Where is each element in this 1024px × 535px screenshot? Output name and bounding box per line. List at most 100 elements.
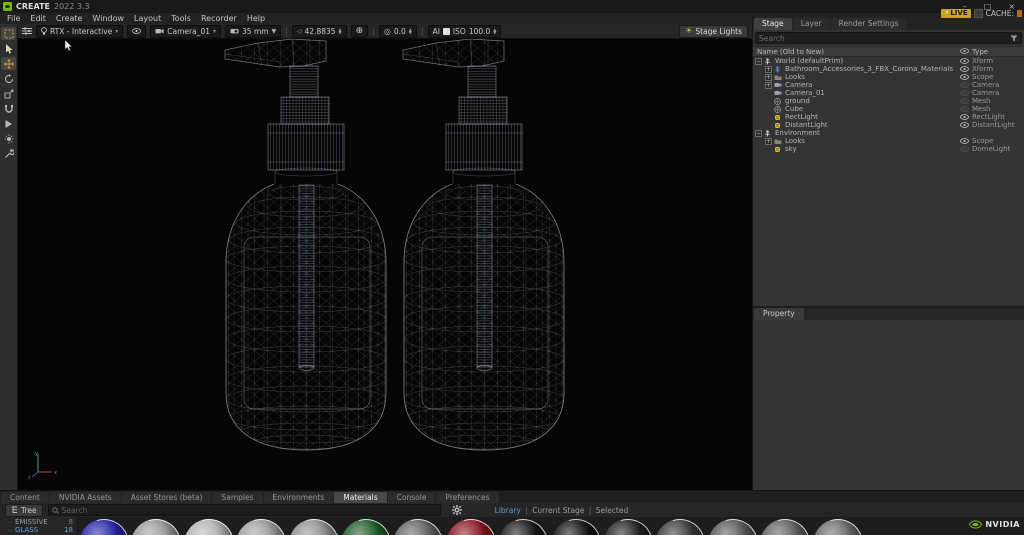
filter-icon[interactable] bbox=[1010, 35, 1018, 42]
snap-tool[interactable] bbox=[1, 102, 16, 115]
material-sphere[interactable] bbox=[708, 519, 758, 535]
stepper-icon[interactable]: ▲▼ bbox=[339, 28, 342, 34]
material-sphere[interactable] bbox=[498, 519, 548, 535]
lens-selector[interactable]: 35 mm ▼ bbox=[225, 25, 281, 38]
breadcrumb-library[interactable]: Library bbox=[495, 506, 521, 515]
menu-window[interactable]: Window bbox=[87, 14, 129, 23]
menu-edit[interactable]: Edit bbox=[25, 14, 51, 23]
tab-content[interactable]: Content bbox=[1, 492, 49, 503]
expander-icon[interactable]: − bbox=[755, 130, 762, 137]
column-type[interactable]: Type bbox=[972, 48, 1024, 56]
material-sphere[interactable] bbox=[655, 519, 705, 535]
select-mode-tool[interactable] bbox=[1, 27, 16, 40]
menu-help[interactable]: Help bbox=[242, 14, 270, 23]
focus-picker-button[interactable]: ⊕ bbox=[351, 25, 369, 38]
visibility-eye-icon[interactable] bbox=[956, 146, 972, 152]
cache-toggle-icon[interactable] bbox=[974, 9, 983, 18]
stage-row[interactable]: +CameraCamera bbox=[753, 81, 1024, 89]
materials-search-input[interactable] bbox=[62, 506, 437, 515]
tab-materials[interactable]: Materials bbox=[334, 492, 386, 503]
material-sphere[interactable] bbox=[813, 519, 863, 535]
ai-toggle-icon[interactable] bbox=[443, 28, 450, 35]
material-sphere[interactable] bbox=[131, 519, 181, 535]
tab-stage[interactable]: Stage bbox=[754, 18, 792, 30]
visibility-eye-icon[interactable] bbox=[956, 106, 972, 112]
breadcrumb-current-stage[interactable]: Current Stage bbox=[532, 506, 584, 515]
tab-asset-stores-beta-[interactable]: Asset Stores (beta) bbox=[122, 492, 212, 503]
tab-console[interactable]: Console bbox=[388, 492, 436, 503]
expander-icon[interactable]: + bbox=[765, 74, 772, 81]
category-glass[interactable]: —GLASS18 bbox=[0, 526, 76, 534]
tab-layer[interactable]: Layer bbox=[793, 18, 830, 30]
material-sphere[interactable] bbox=[341, 519, 391, 535]
material-sphere[interactable] bbox=[603, 519, 653, 535]
menu-create[interactable]: Create bbox=[51, 14, 88, 23]
scale-tool[interactable] bbox=[1, 87, 16, 100]
column-name[interactable]: Name (Old to New) bbox=[753, 48, 956, 56]
stage-row[interactable]: Camera_01Camera bbox=[753, 89, 1024, 97]
stage-search-input[interactable] bbox=[759, 34, 1007, 43]
material-sphere[interactable] bbox=[236, 519, 286, 535]
tab-property[interactable]: Property bbox=[754, 308, 804, 320]
aperture-field[interactable]: ◎ 0.0 ▲▼ bbox=[379, 25, 417, 38]
tab-render-settings[interactable]: Render Settings bbox=[831, 18, 907, 30]
stage-row[interactable]: DistantLightDistantLight bbox=[753, 121, 1024, 129]
category-emissive[interactable]: —EMISSIVE8 bbox=[0, 518, 76, 526]
material-sphere[interactable] bbox=[393, 519, 443, 535]
visibility-button[interactable] bbox=[127, 25, 146, 38]
rotate-tool[interactable] bbox=[1, 72, 16, 85]
stage-row[interactable]: +LooksScope bbox=[753, 73, 1024, 81]
stage-row[interactable]: skyDomeLight bbox=[753, 145, 1024, 153]
camera-selector[interactable]: Camera_01 ▾ bbox=[150, 25, 221, 38]
stage-row[interactable]: RectLightRectLight bbox=[753, 113, 1024, 121]
stage-row[interactable]: groundMesh bbox=[753, 97, 1024, 105]
material-sphere[interactable] bbox=[551, 519, 601, 535]
stage-row[interactable]: +LooksScope bbox=[753, 137, 1024, 145]
expander-icon[interactable]: + bbox=[765, 82, 772, 89]
visibility-eye-icon[interactable] bbox=[956, 58, 972, 64]
stage-row[interactable]: CubeMesh bbox=[753, 105, 1024, 113]
stage-row[interactable]: −World (defaultPrim)Xform bbox=[753, 57, 1024, 65]
material-sphere[interactable] bbox=[184, 519, 234, 535]
wrench-tool[interactable] bbox=[1, 147, 16, 160]
breadcrumb-selected[interactable]: Selected bbox=[596, 506, 629, 515]
spotlight-tool[interactable] bbox=[1, 132, 16, 145]
tab-nvidia-assets[interactable]: NVIDIA Assets bbox=[50, 492, 121, 503]
expander-icon[interactable]: + bbox=[765, 138, 772, 145]
menu-layout[interactable]: Layout bbox=[129, 14, 166, 23]
live-badge[interactable]: ⚡LIVE bbox=[941, 9, 970, 18]
tab-samples[interactable]: Samples bbox=[212, 492, 262, 503]
visibility-eye-icon[interactable] bbox=[956, 90, 972, 96]
stage-row[interactable]: +Bathroom_Accessories_3_FBX_Corona_Mater… bbox=[753, 65, 1024, 73]
play-button[interactable] bbox=[1, 117, 16, 130]
renderer-selector[interactable]: RTX - Interactive ▾ bbox=[36, 25, 123, 38]
tree-toggle-button[interactable]: Tree bbox=[5, 504, 43, 517]
menu-recorder[interactable]: Recorder bbox=[196, 14, 242, 23]
settings-button[interactable] bbox=[452, 505, 462, 515]
expander-icon[interactable]: + bbox=[765, 66, 772, 73]
stepper-icon[interactable]: ▲▼ bbox=[409, 28, 412, 34]
move-tool[interactable] bbox=[1, 57, 16, 70]
visibility-eye-icon[interactable] bbox=[956, 74, 972, 80]
menu-file[interactable]: File bbox=[2, 14, 25, 23]
materials-search[interactable] bbox=[48, 504, 441, 516]
menu-tools[interactable]: Tools bbox=[166, 14, 196, 23]
material-sphere[interactable] bbox=[760, 519, 810, 535]
stage-search[interactable] bbox=[755, 32, 1022, 44]
visibility-eye-icon[interactable] bbox=[956, 98, 972, 104]
viewport-options-icon[interactable] bbox=[22, 27, 32, 35]
material-sphere[interactable] bbox=[446, 519, 496, 535]
visibility-eye-icon[interactable] bbox=[956, 114, 972, 120]
stage-lights-button[interactable]: ☀ Stage Lights bbox=[679, 25, 748, 38]
cursor-tool[interactable] bbox=[1, 42, 16, 55]
visibility-eye-icon[interactable] bbox=[956, 138, 972, 144]
material-sphere[interactable] bbox=[79, 519, 129, 535]
visibility-eye-icon[interactable] bbox=[956, 82, 972, 88]
iso-field[interactable]: AI ISO 100.0 ▲▼ bbox=[428, 25, 502, 38]
material-sphere[interactable] bbox=[289, 519, 339, 535]
visibility-eye-icon[interactable] bbox=[956, 122, 972, 128]
viewport-canvas[interactable]: RTX - Interactive ▾ Camera_01 ▾ 35 mm ▼ … bbox=[18, 24, 752, 490]
tab-preferences[interactable]: Preferences bbox=[436, 492, 498, 503]
expander-icon[interactable]: − bbox=[755, 58, 762, 65]
stepper-icon[interactable]: ▲▼ bbox=[493, 28, 496, 34]
